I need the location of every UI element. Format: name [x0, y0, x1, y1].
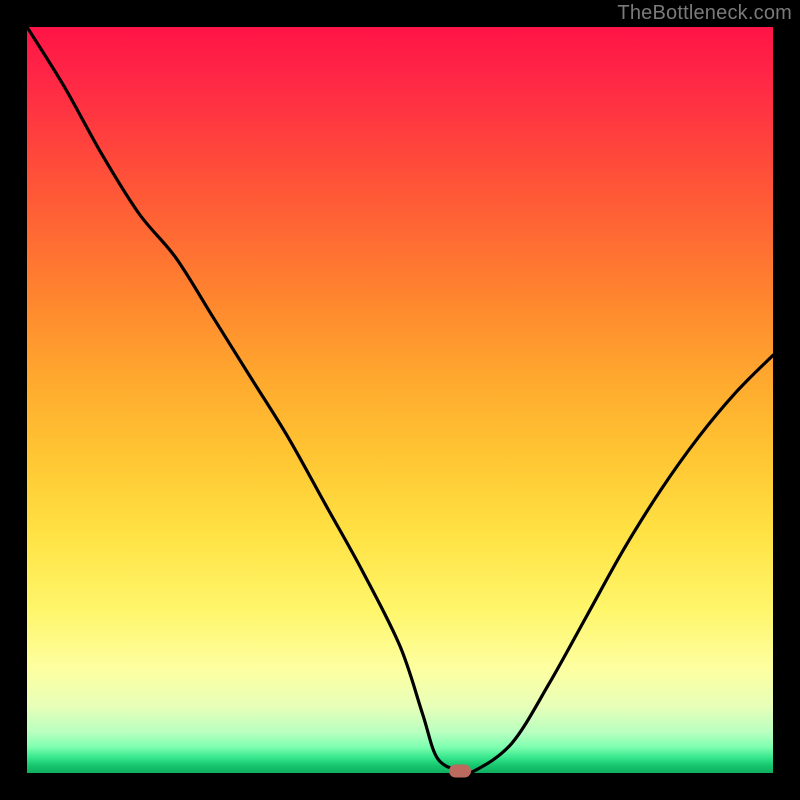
optimum-marker [449, 764, 471, 777]
watermark-text: TheBottleneck.com [617, 2, 792, 25]
bottleneck-curve [27, 27, 773, 773]
plot-area [27, 27, 773, 773]
chart-frame: TheBottleneck.com [0, 0, 800, 800]
